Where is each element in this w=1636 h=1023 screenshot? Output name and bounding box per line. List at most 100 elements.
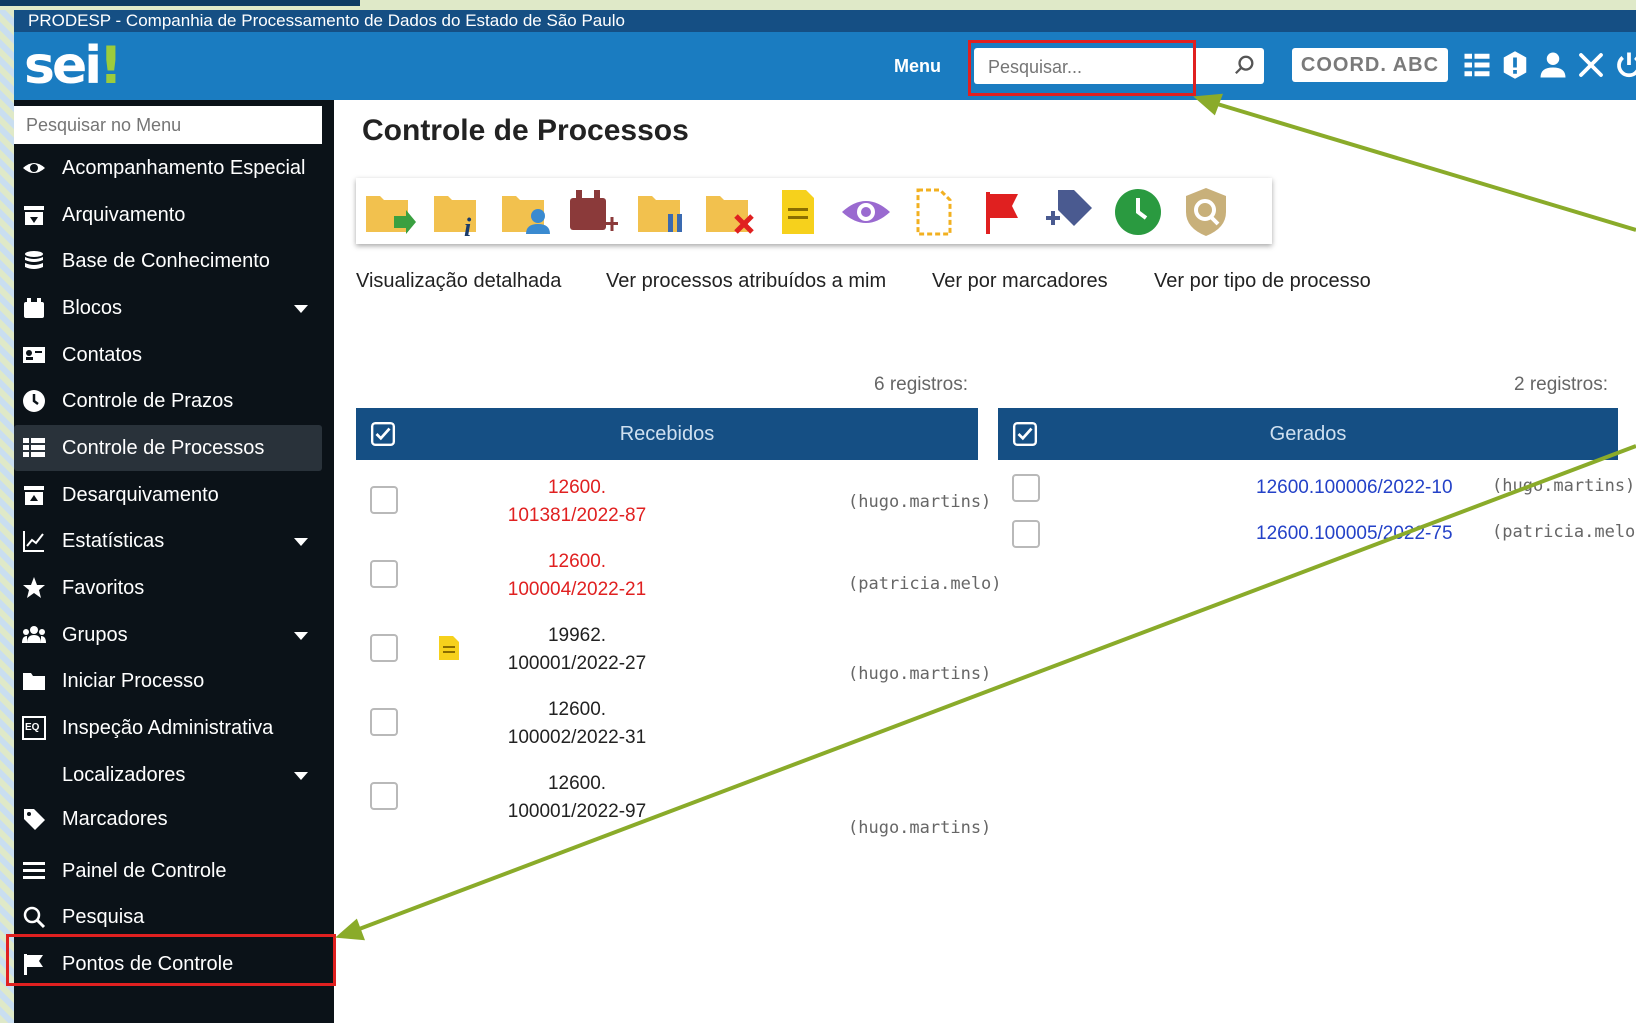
process-link[interactable]: 12600.100006/2022-10 xyxy=(1256,474,1453,502)
received-header: Recebidos xyxy=(356,408,978,460)
select-all-generated-checkbox[interactable] xyxy=(1012,421,1038,447)
note-icon[interactable] xyxy=(772,186,824,238)
sidebar-item-inspecao-administrativa[interactable]: EQ Inspeção Administrativa xyxy=(14,705,322,751)
assigned-user[interactable]: (patricia.melo) xyxy=(1492,522,1636,542)
menu-search-input[interactable] xyxy=(14,106,322,144)
received-count: 6 registros: xyxy=(874,374,968,395)
toolbar: i xyxy=(356,178,1272,244)
page-title: Controle de Processos xyxy=(362,114,689,147)
menu-link[interactable]: Menu xyxy=(894,56,941,77)
flag-icon[interactable] xyxy=(976,186,1028,238)
note-icon[interactable] xyxy=(436,634,462,662)
user-icon[interactable] xyxy=(1538,50,1568,80)
process-link[interactable]: 19962. 100001/2022-27 xyxy=(500,622,654,678)
dashed-doc-icon[interactable] xyxy=(908,186,960,238)
sidebar-item-favoritos[interactable]: Favoritos xyxy=(14,565,322,611)
sidebar-item-arquivamento[interactable]: Arquivamento xyxy=(14,192,322,238)
sidebar-item-label: Pesquisa xyxy=(62,906,145,928)
sidebar-item-label: Grupos xyxy=(62,624,128,646)
process-link[interactable]: 12600. 100002/2022-31 xyxy=(500,696,654,752)
add-block-icon[interactable] xyxy=(568,186,620,238)
row-checkbox[interactable] xyxy=(370,634,398,662)
sidebar-item-grupos[interactable]: Grupos xyxy=(14,612,322,658)
process-number-part2: 100004/2022-21 xyxy=(507,579,647,600)
assigned-user[interactable]: (hugo.martins) xyxy=(1492,476,1635,496)
clock-icon[interactable] xyxy=(1112,186,1164,238)
search-icon[interactable] xyxy=(1234,54,1256,76)
suspend-folder-icon[interactable] xyxy=(636,186,688,238)
process-link[interactable]: 12600. 100004/2022-21 xyxy=(500,548,654,604)
svg-text:i: i xyxy=(464,213,472,238)
info-folder-icon[interactable]: i xyxy=(432,186,484,238)
close-folder-icon[interactable] xyxy=(704,186,756,238)
chevron-down-icon[interactable] xyxy=(294,632,308,640)
process-number-part2: 100002/2022-31 xyxy=(507,727,647,748)
sidebar-item-localizadores[interactable]: Localizadores xyxy=(14,752,322,798)
assign-folder-icon[interactable] xyxy=(500,186,552,238)
pesquisa-highlight-box xyxy=(6,934,336,986)
archive-icon xyxy=(24,206,44,225)
panel-icon xyxy=(23,862,45,879)
sidebar-item-base-de-conhecimento[interactable]: Base de Conhecimento xyxy=(14,238,322,284)
tag-icon xyxy=(24,809,45,830)
chevron-down-icon[interactable] xyxy=(294,772,308,780)
row-checkbox[interactable] xyxy=(370,486,398,514)
shield-search-icon[interactable] xyxy=(1180,186,1232,238)
row-checkbox[interactable] xyxy=(370,560,398,588)
tag-add-icon[interactable] xyxy=(1044,186,1096,238)
sidebar-item-controle-de-prazos[interactable]: Controle de Prazos xyxy=(14,378,322,424)
tools-icon[interactable] xyxy=(1576,50,1606,80)
sidebar-item-painel-de-controle[interactable]: Painel de Controle xyxy=(14,848,322,894)
link-by-markers[interactable]: Ver por marcadores xyxy=(932,270,1108,293)
sidebar-item-desarquivamento[interactable]: Desarquivamento xyxy=(14,472,322,518)
row-checkbox[interactable] xyxy=(370,782,398,810)
sidebar-item-label: Blocos xyxy=(62,297,123,319)
chevron-down-icon[interactable] xyxy=(294,538,308,546)
svg-text:EQ: EQ xyxy=(25,722,40,733)
assigned-user[interactable]: (hugo.martins) xyxy=(848,664,991,684)
select-all-received-checkbox[interactable] xyxy=(370,421,396,447)
unit-selector[interactable]: COORD. ABC xyxy=(1292,48,1448,82)
sidebar-item-acompanhamento-especial[interactable]: Acompanhamento Especial xyxy=(14,145,322,191)
process-link[interactable]: 12600. 100001/2022-97 xyxy=(500,770,654,826)
sei-logo[interactable]: sei! xyxy=(24,36,123,96)
process-link[interactable]: 12600.100005/2022-75 xyxy=(1256,520,1453,548)
sidebar-item-estatisticas[interactable]: Estatísticas xyxy=(14,518,322,564)
process-number-part1: 12600. xyxy=(547,551,607,572)
assigned-user[interactable]: (hugo.martins) xyxy=(848,492,991,512)
row-checkbox[interactable] xyxy=(370,708,398,736)
process-number-part2: 100001/2022-97 xyxy=(507,801,647,822)
sidebar-item-label: Base de Conhecimento xyxy=(62,250,270,272)
received-title: Recebidos xyxy=(619,423,715,445)
chevron-down-icon[interactable] xyxy=(294,305,308,313)
sidebar-item-controle-de-processos[interactable]: Controle de Processos xyxy=(14,425,322,471)
sidebar-item-label: Desarquivamento xyxy=(62,484,219,506)
process-number-part1: 12600. xyxy=(547,773,607,794)
row-checkbox[interactable] xyxy=(1012,474,1040,502)
link-by-process-type[interactable]: Ver por tipo de processo xyxy=(1154,270,1371,293)
sidebar-item-contatos[interactable]: Contatos xyxy=(14,332,322,378)
generated-title: Gerados xyxy=(1269,423,1347,445)
list-icon xyxy=(23,438,45,457)
process-number-part1: 12600. xyxy=(547,699,607,720)
process-number-part2: 101381/2022-87 xyxy=(507,505,647,526)
link-assigned-to-me[interactable]: Ver processos atribuídos a mim xyxy=(606,270,886,293)
sidebar-item-iniciar-processo[interactable]: Iniciar Processo xyxy=(14,658,322,704)
process-link[interactable]: 12600. 101381/2022-87 xyxy=(500,474,654,530)
clock-icon xyxy=(23,390,45,412)
sidebar-item-blocos[interactable]: Blocos xyxy=(14,285,322,331)
send-folder-icon[interactable] xyxy=(364,186,416,238)
star-icon xyxy=(23,577,45,598)
sidebar-item-marcadores[interactable]: Marcadores xyxy=(14,796,322,842)
assigned-user[interactable]: (hugo.martins) xyxy=(848,818,991,838)
link-detailed-view[interactable]: Visualização detalhada xyxy=(356,270,561,293)
row-checkbox[interactable] xyxy=(1012,520,1040,548)
power-icon[interactable] xyxy=(1614,50,1636,80)
alert-icon[interactable] xyxy=(1500,50,1530,80)
grid-icon[interactable] xyxy=(1462,50,1492,80)
top-strip xyxy=(0,0,1636,10)
eye-icon[interactable] xyxy=(840,186,892,238)
folder-icon xyxy=(23,673,45,690)
contact-card-icon xyxy=(23,347,45,363)
assigned-user[interactable]: (patricia.melo) xyxy=(848,574,1002,594)
